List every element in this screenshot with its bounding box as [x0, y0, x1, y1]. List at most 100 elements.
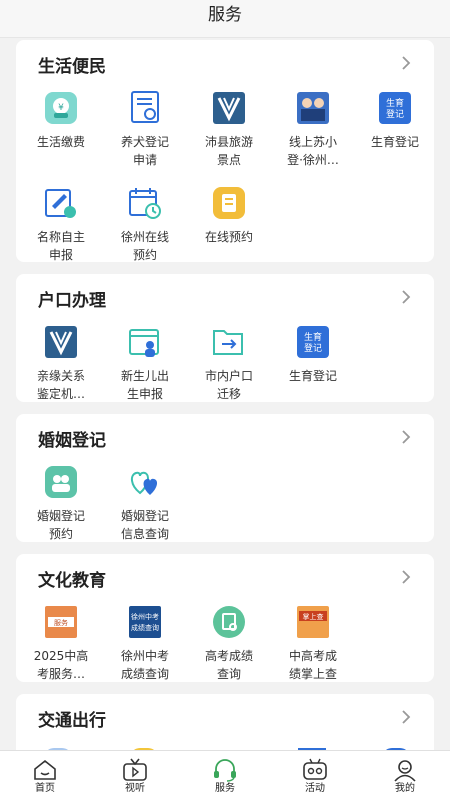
edit-form-icon	[45, 189, 76, 218]
tv-icon	[123, 758, 147, 781]
v-logo-icon	[45, 326, 77, 358]
tab-label: 服务	[215, 783, 235, 794]
top-header: 服务	[0, 0, 450, 38]
item-label-line2: 景点	[216, 153, 241, 167]
chevron-right-icon[interactable]	[398, 54, 414, 72]
tab-profile[interactable]: 我的	[360, 751, 450, 800]
score-search-icon	[213, 606, 245, 638]
certificate-icon	[131, 91, 159, 123]
service-item[interactable]: 徐州在线 预约	[103, 186, 187, 264]
service-item[interactable]: 徐州中考 成绩查询 徐州中考 成绩查询	[103, 605, 187, 683]
item-label-line1: 高考成绩	[204, 649, 253, 663]
item-label-line2: 登·徐州…	[287, 153, 339, 167]
birth-registration-icon: 生育登记	[379, 92, 411, 124]
service-item[interactable]: 生育 登记 生育登记	[353, 91, 437, 151]
service-item[interactable]: 养犬登记 申请	[103, 91, 187, 169]
chevron-right-icon[interactable]	[398, 568, 414, 586]
service-item[interactable]: 婚姻登记 信息查询	[103, 465, 187, 543]
section-title: 交通出行	[38, 711, 106, 731]
item-label-line2: 信息查询	[120, 527, 169, 541]
tab-home[interactable]: 首页	[0, 751, 90, 800]
item-label-line2: 鉴定机…	[36, 387, 85, 401]
svg-text:服务: 服务	[54, 618, 68, 627]
home-icon	[34, 759, 56, 780]
item-label-line1: 名称自主	[36, 230, 85, 244]
item-label-line1: 徐州中考	[120, 649, 169, 663]
service-item[interactable]: 高考成绩 查询	[187, 605, 271, 683]
chevron-right-icon[interactable]	[398, 428, 414, 446]
tab-label: 活动	[305, 783, 325, 794]
item-label-line2: 成绩查询	[120, 667, 169, 681]
item-label-line1: 婚姻登记	[36, 509, 85, 523]
section-household-registration: 户口办理 亲缘关系鉴定机… 新生儿出 生申报 市内户口迁移 生育 登记 生育登记	[16, 274, 434, 402]
service-item[interactable]: 线上苏小 登·徐州…	[271, 91, 355, 169]
svg-text:徐州中考: 徐州中考	[131, 612, 159, 621]
service-item[interactable]: 生育 登记 生育登记	[271, 325, 355, 385]
section-header[interactable]: 生活便民	[16, 40, 434, 86]
service-item[interactable]: 名称自主 申报	[19, 186, 103, 264]
item-label-line1: 亲缘关系	[36, 369, 85, 383]
service-item[interactable]: ¥ 生活缴费	[19, 91, 103, 151]
birth-registration-icon: 生育登记	[297, 326, 329, 358]
wallet-icon: ¥	[45, 92, 77, 124]
service-item[interactable]: 市内户口 迁移	[187, 325, 271, 403]
svg-text:生育: 生育	[386, 97, 404, 109]
svg-text:生育: 生育	[304, 331, 322, 343]
svg-text:登记: 登记	[304, 343, 322, 354]
section-transportation: 交通出行	[16, 694, 434, 750]
service-item[interactable]: 在线预约	[187, 186, 271, 246]
section-header[interactable]: 文化教育	[16, 554, 434, 600]
service-item[interactable]: 服务 2025中高 考服务…	[19, 605, 103, 683]
profile-icon	[394, 760, 416, 782]
service-list[interactable]: 生活便民 ¥ 生活缴费 养犬登记 申请 沛县旅游 景点 线上苏小 登·徐州… 生育 登记	[0, 38, 450, 750]
service-item[interactable]: 新生儿出 生申报	[103, 325, 187, 403]
bottom-tab-bar: 首页 视听 服务 活动 我的	[0, 750, 450, 800]
section-title: 婚姻登记	[38, 431, 106, 451]
tab-services[interactable]: 服务	[180, 751, 270, 800]
item-label-line1: 养犬登记	[120, 135, 169, 149]
item-label-line1: 徐州在线	[120, 230, 169, 244]
section-title: 户口办理	[38, 291, 106, 311]
item-label-line2: 绩掌上查	[288, 667, 337, 681]
newborn-calendar-icon	[129, 329, 159, 357]
service-item[interactable]: 婚姻登记 预约	[19, 465, 103, 543]
item-label-line2: 生申报	[126, 387, 163, 401]
folder-transfer-icon	[213, 330, 243, 355]
item-label-line2: 申报	[48, 248, 73, 262]
section-marriage-registration: 婚姻登记 婚姻登记 预约 婚姻登记 信息查询	[16, 414, 434, 542]
service-item[interactable]: 亲缘关系鉴定机…	[19, 325, 103, 403]
tab-label: 我的	[395, 783, 415, 794]
item-label-line1: 市内户口	[204, 369, 253, 383]
svg-text:登记: 登记	[386, 109, 404, 120]
item-label-line1: 2025中高	[33, 649, 89, 663]
section-header[interactable]: 婚姻登记	[16, 414, 434, 460]
exam-banner-icon: 服务	[45, 606, 77, 638]
calendar-clock-icon	[129, 188, 161, 219]
item-label-line2: 预约	[132, 248, 157, 262]
chevron-right-icon[interactable]	[398, 288, 414, 306]
svg-text:掌上查: 掌上查	[303, 612, 324, 621]
service-item[interactable]: 掌上查 中高考成 绩掌上查	[271, 605, 355, 683]
item-label-line1: 在线预约	[204, 230, 253, 244]
svg-text:成绩查询: 成绩查询	[131, 623, 159, 632]
couple-icon	[45, 466, 77, 498]
palm-query-banner-icon: 掌上查	[297, 606, 329, 638]
score-query-banner-icon: 徐州中考成绩查询	[129, 606, 161, 638]
tab-label: 视听	[125, 783, 145, 794]
section-header[interactable]: 交通出行	[16, 694, 434, 740]
item-label-line2: 考服务…	[36, 667, 85, 681]
tab-activity[interactable]: 活动	[270, 751, 360, 800]
section-header[interactable]: 户口办理	[16, 274, 434, 320]
staff-avatars-icon	[297, 92, 329, 124]
v-logo-icon	[213, 92, 245, 124]
service-item[interactable]: 沛县旅游 景点	[187, 91, 271, 169]
headset-icon	[214, 759, 236, 782]
item-label-line1: 生育登记	[370, 135, 419, 149]
item-label-line2: 迁移	[216, 387, 241, 401]
item-label-line1: 生育登记	[288, 369, 337, 383]
chevron-right-icon[interactable]	[398, 708, 414, 726]
item-label-line2: 申请	[132, 153, 157, 167]
svg-text:¥: ¥	[58, 103, 64, 113]
section-title: 生活便民	[38, 57, 106, 77]
tab-media[interactable]: 视听	[90, 751, 180, 800]
